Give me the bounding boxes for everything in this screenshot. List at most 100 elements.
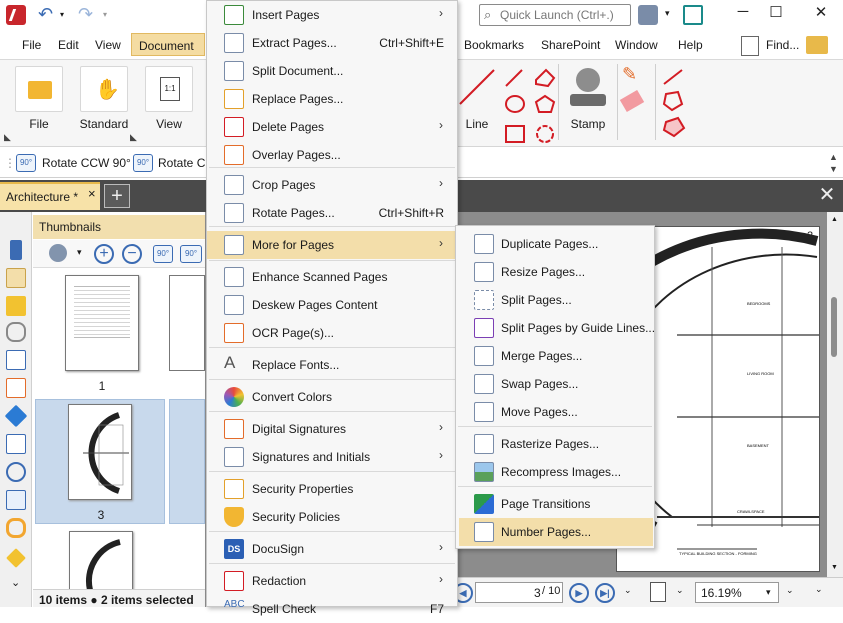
- menu-item-spell-check[interactable]: ABC Spell Check F7: [207, 595, 457, 623]
- scrollbar-thumb[interactable]: [831, 297, 837, 357]
- page-number-field[interactable]: 3 / 10: [475, 582, 563, 603]
- chevron-down-icon[interactable]: ⌄: [786, 585, 794, 596]
- menu-item-deskew-pages[interactable]: Deskew Pages Content: [207, 291, 457, 319]
- folder-lock-icon[interactable]: [806, 36, 828, 54]
- layers-icon[interactable]: [4, 404, 28, 428]
- menu-item-overlay-pages[interactable]: Overlay Pages...: [207, 141, 457, 169]
- menu-item-redaction[interactable]: Redaction ›: [207, 567, 457, 595]
- menu-item-enhance-scanned-pages[interactable]: Enhance Scanned Pages: [207, 263, 457, 291]
- file-button[interactable]: [15, 66, 63, 112]
- menu-item-split-pages[interactable]: Split Pages...: [456, 286, 654, 314]
- vertical-scrollbar[interactable]: ▲ ▼: [827, 212, 843, 577]
- eraser-icon[interactable]: [619, 89, 645, 113]
- menu-tab-edit[interactable]: Edit: [58, 38, 79, 52]
- view-button[interactable]: 1:1: [145, 66, 193, 112]
- app-logo-icon[interactable]: [6, 5, 26, 25]
- find-button[interactable]: Find...: [766, 38, 799, 52]
- menu-item-merge-pages[interactable]: Merge Pages...: [456, 342, 654, 370]
- rotate-ccw-icon[interactable]: 90°: [153, 245, 173, 263]
- rotate-cw-icon[interactable]: 90°: [133, 154, 153, 172]
- thumbnail-page-5[interactable]: [69, 531, 133, 591]
- document-icon[interactable]: [6, 378, 26, 398]
- menu-tab-document[interactable]: Document: [131, 33, 205, 56]
- menu-item-signatures-and-initials[interactable]: Signatures and Initials ›: [207, 443, 457, 471]
- menu-item-rotate-pages[interactable]: Rotate Pages... Ctrl+Shift+R: [207, 199, 457, 227]
- chevron-down-icon[interactable]: ⌄: [624, 585, 632, 596]
- scroll-down-icon[interactable]: ▼: [831, 564, 838, 571]
- menu-item-delete-pages[interactable]: Delete Pages ›: [207, 113, 457, 141]
- new-tab-button[interactable]: +: [104, 184, 130, 208]
- undo-dropdown-icon[interactable]: ▾: [60, 10, 64, 19]
- zoom-in-icon[interactable]: +: [94, 244, 114, 264]
- stamp-button[interactable]: [568, 66, 608, 110]
- menu-tab-help[interactable]: Help: [678, 38, 703, 52]
- comments-icon[interactable]: [6, 296, 26, 316]
- menu-item-security-policies[interactable]: Security Policies: [207, 503, 457, 531]
- chevron-down-icon[interactable]: ▾: [766, 587, 771, 598]
- tag-icon[interactable]: [6, 548, 26, 568]
- rotate-ccw-button[interactable]: Rotate CCW 90°: [42, 156, 131, 170]
- close-window-button[interactable]: ✕: [806, 3, 836, 21]
- undo-icon[interactable]: ↶: [38, 4, 53, 25]
- text-icon[interactable]: [6, 434, 26, 454]
- chevron-down-icon[interactable]: ▼: [829, 164, 838, 174]
- menu-item-security-properties[interactable]: Security Properties: [207, 475, 457, 503]
- chevron-down-icon[interactable]: ⌄: [815, 584, 823, 595]
- thumbnail-page-3[interactable]: 3: [35, 399, 165, 524]
- close-tab-icon[interactable]: ×: [88, 186, 96, 201]
- zoom-out-icon[interactable]: −: [122, 244, 142, 264]
- redo-icon[interactable]: ↷: [78, 4, 93, 25]
- tags-icon[interactable]: [6, 490, 26, 510]
- menu-item-move-pages[interactable]: Move Pages...: [456, 398, 654, 426]
- menu-item-duplicate-pages[interactable]: Duplicate Pages...: [456, 230, 654, 258]
- bookmark-icon[interactable]: [10, 240, 22, 260]
- menu-item-ocr-pages[interactable]: OCR Page(s)...: [207, 319, 457, 347]
- maximize-button[interactable]: ☐: [761, 3, 791, 21]
- menu-tab-file[interactable]: File: [22, 38, 41, 52]
- close-document-button[interactable]: ✕: [816, 184, 838, 206]
- chevron-down-icon[interactable]: ⌄: [676, 585, 684, 596]
- menu-item-digital-signatures[interactable]: Digital Signatures ›: [207, 415, 457, 443]
- menu-item-swap-pages[interactable]: Swap Pages...: [456, 370, 654, 398]
- fullscreen-icon[interactable]: [683, 5, 703, 25]
- pencil-icon[interactable]: ✎: [622, 64, 637, 85]
- menu-item-page-transitions[interactable]: Page Transitions: [456, 490, 654, 518]
- rotate-cw-icon[interactable]: 90°: [180, 245, 202, 263]
- chevron-down-icon[interactable]: ⌄: [11, 576, 20, 589]
- rotate-cw-button[interactable]: Rotate C: [158, 156, 205, 170]
- menu-item-convert-colors[interactable]: Convert Colors: [207, 383, 457, 411]
- thumbnail-options-gear-icon[interactable]: [49, 244, 67, 262]
- menu-item-number-pages[interactable]: Number Pages...: [459, 518, 653, 546]
- menu-item-resize-pages[interactable]: Resize Pages...: [456, 258, 654, 286]
- standard-button[interactable]: ✋: [80, 66, 128, 112]
- menu-item-crop-pages[interactable]: Crop Pages ›: [207, 171, 457, 199]
- scroll-up-icon[interactable]: ▲: [831, 216, 838, 223]
- settings-gear-icon[interactable]: [638, 5, 658, 25]
- menu-item-rasterize-pages[interactable]: Rasterize Pages...: [456, 430, 654, 458]
- menu-tab-view[interactable]: View: [95, 38, 121, 52]
- quick-launch-input[interactable]: ⌕ Quick Launch (Ctrl+.): [479, 4, 631, 26]
- thumbnail-page-1[interactable]: 1: [37, 271, 167, 396]
- page-layout-icon[interactable]: [650, 582, 666, 602]
- last-page-button[interactable]: ▶|: [595, 583, 615, 603]
- menu-item-split-document[interactable]: Split Document...: [207, 57, 457, 85]
- rotate-ccw-icon[interactable]: 90°: [16, 154, 36, 172]
- links-icon[interactable]: [6, 518, 26, 538]
- chevron-down-icon[interactable]: ▾: [77, 247, 82, 258]
- thumbnail-page-2[interactable]: [169, 275, 205, 371]
- document-tab-architecture[interactable]: Architecture * ×: [0, 182, 100, 210]
- chevron-up-icon[interactable]: ▲: [829, 152, 838, 162]
- menu-item-recompress-images[interactable]: Recompress Images...: [456, 458, 654, 486]
- chevron-down-icon[interactable]: ▾: [665, 8, 670, 19]
- menu-item-more-for-pages[interactable]: More for Pages ›: [207, 231, 457, 259]
- thumbnail-page-4[interactable]: [169, 399, 205, 524]
- attachment-icon[interactable]: [6, 322, 26, 342]
- menu-tab-sharepoint[interactable]: SharePoint: [541, 38, 600, 52]
- line-label[interactable]: Line: [462, 117, 492, 131]
- menu-item-replace-pages[interactable]: Replace Pages...: [207, 85, 457, 113]
- menu-item-split-pages-by-guide-lines[interactable]: Split Pages by Guide Lines...: [456, 314, 655, 342]
- menu-item-replace-fonts[interactable]: A Replace Fonts...: [207, 351, 457, 379]
- zoom-field[interactable]: 16.19% ▾: [695, 582, 779, 603]
- menu-item-extract-pages[interactable]: Extract Pages... Ctrl+Shift+E: [207, 29, 457, 57]
- next-page-button[interactable]: ▶: [569, 583, 589, 603]
